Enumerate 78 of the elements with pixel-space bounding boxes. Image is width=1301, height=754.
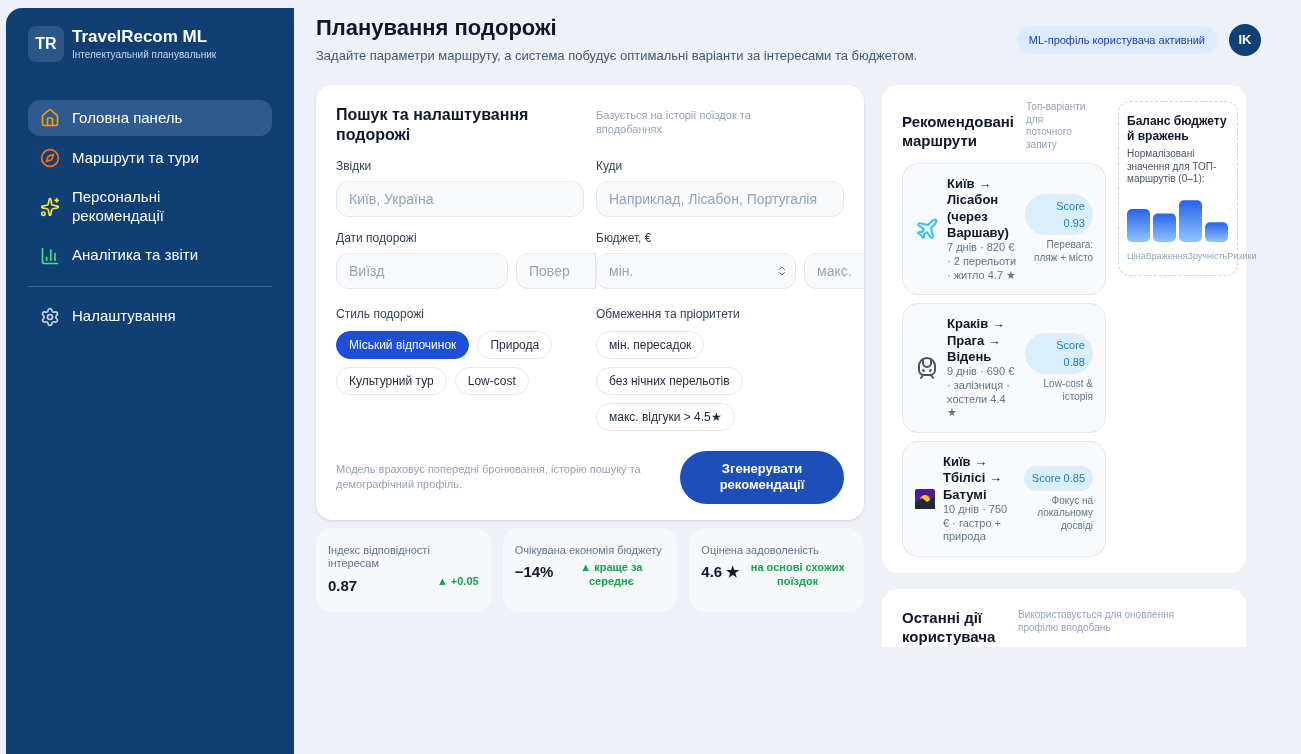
app-name: TravelRecom ML bbox=[72, 26, 209, 48]
generate-button[interactable]: Згенерувати рекомендації bbox=[680, 451, 844, 504]
route-card[interactable]: Київ → Тбілісі → Батумі 10 днів · 750 € · гастро + природа Score 0.85 Фокус на локальному досвіді bbox=[902, 441, 1106, 557]
train-icon bbox=[915, 356, 939, 381]
route-tag: Фокус на локальному досвіді bbox=[1023, 494, 1093, 532]
field-label: Звідки bbox=[336, 158, 373, 175]
metric-value: −14% bbox=[514, 562, 554, 583]
route-tag: Перевага: пляж + місто bbox=[1024, 239, 1093, 265]
route-details: 7 днів · 820 € · 2 перельоти · житло 4.7 ★ bbox=[947, 241, 1017, 283]
metric-label: Оцінена задоволеність bbox=[701, 543, 820, 558]
sidebar-item[interactable]: Налаштування bbox=[28, 298, 272, 335]
filter-chip[interactable]: Природа bbox=[477, 331, 553, 359]
plane-icon bbox=[915, 217, 939, 242]
bar-label: Ціна bbox=[1127, 249, 1146, 263]
user-avatar[interactable]: IK bbox=[1229, 24, 1261, 56]
route-tag: Low-cost & історія bbox=[1024, 378, 1093, 404]
page-subtitle: Задайте параметри маршруту, а система побудує оптимальні варіанти за інтересами та бюджетом. bbox=[316, 46, 918, 65]
input-field[interactable]: мін. bbox=[596, 253, 796, 289]
page-title: Планування подорожі bbox=[316, 14, 558, 42]
input-field[interactable]: Наприклад, Лісабон, Португалія bbox=[596, 181, 844, 217]
field-label: Бюджет, € bbox=[596, 230, 653, 247]
route-details: 9 днів · 690 € · залізниця · хостели 4.4 ★ bbox=[947, 365, 1016, 420]
sidebar-item[interactable]: Персональні рекомендації bbox=[28, 180, 272, 234]
logo-badge: TR bbox=[28, 26, 64, 63]
bar-chart-icon bbox=[40, 245, 60, 266]
input-field[interactable]: Київ, Україна bbox=[336, 181, 584, 217]
metric-delta: на основі схожих поїздок bbox=[749, 561, 846, 589]
card-note: Базується на історії поїздок та вподобаннях bbox=[596, 108, 752, 137]
balance-description: Нормалізовані значення для ТОП-маршрутів (0–1): bbox=[1127, 148, 1218, 186]
metric-label: Індекс відповідності інтересам bbox=[328, 543, 431, 571]
group-label: Обмеження та пріоритети bbox=[596, 306, 741, 323]
filter-chip[interactable]: макс. відгуки > 4.5★ bbox=[596, 403, 735, 431]
panel-title: Останні дії користувача bbox=[902, 609, 997, 647]
panel-title: Рекомендовані маршрути bbox=[902, 113, 1016, 151]
metric-delta: ▲ +0.05 bbox=[436, 575, 479, 589]
input-field[interactable]: Виїзд bbox=[336, 253, 508, 289]
metric-delta: ▲ краще за середнє bbox=[579, 561, 644, 589]
filter-chip[interactable]: Low-cost bbox=[454, 367, 529, 395]
panel-note: Топ-варіанти для поточного запиту bbox=[1026, 101, 1086, 151]
route-card[interactable]: Краків → Прага → Відень 9 днів · 690 € · залізниця · хостели 4.4 ★ Score 0.88 Low-cost & історія bbox=[902, 303, 1106, 433]
metric-label: Очікувана економія бюджету bbox=[514, 543, 663, 558]
filter-chip[interactable]: без нічних перельотів bbox=[596, 367, 743, 395]
score-badge: Score 0.85 bbox=[1023, 466, 1093, 491]
score-badge: Score 0.88 bbox=[1024, 333, 1093, 375]
balance-title: Баланс бюджету й вражень bbox=[1127, 114, 1228, 144]
score-badge: Score 0.93 bbox=[1024, 194, 1093, 236]
status-badge: ML-профіль користувача активний bbox=[1016, 25, 1217, 55]
house-icon bbox=[40, 108, 60, 129]
field-label: Куди bbox=[596, 158, 624, 175]
panel-note: Використовується для оновлення профілю вподобань bbox=[1018, 609, 1176, 634]
metric-value: 4.6 ★ bbox=[701, 562, 740, 583]
route-card[interactable]: Київ → Лісабон (через Варшаву) 7 днів · 820 € · 2 перельоти · житло 4.7 ★ Score 0.93 Перевага: пляж + місто bbox=[902, 163, 1106, 296]
filter-chip[interactable]: мін. пересадок bbox=[596, 331, 705, 359]
compass-icon bbox=[40, 148, 60, 169]
card-title: Пошук та налаштування подорожі bbox=[336, 105, 530, 145]
settings-icon bbox=[40, 306, 60, 327]
group-label: Стиль подорожі bbox=[336, 306, 425, 323]
sidebar-item[interactable]: Головна панель bbox=[28, 100, 272, 137]
model-footnote: Модель враховує попередні бронювання, історію пошуку та демографічний профіль. bbox=[336, 462, 642, 493]
sunset-icon bbox=[915, 489, 935, 509]
filter-chip[interactable]: Міський відпочинок bbox=[336, 331, 470, 359]
route-name: Краків → Прага → Відень bbox=[947, 316, 1006, 365]
bar-label: Зручність bbox=[1187, 249, 1228, 263]
input-field[interactable]: Повер bbox=[516, 253, 596, 289]
metric-value: 0.87 bbox=[328, 576, 358, 596]
route-name: Київ → Лісабон (через Варшаву) bbox=[947, 176, 1010, 241]
sidebar-item[interactable]: Маршрути та тури bbox=[28, 140, 272, 177]
stepper-icon[interactable] bbox=[776, 265, 788, 277]
bar-label: Ризики bbox=[1227, 249, 1257, 263]
sidebar-item[interactable]: Аналітика та звіти bbox=[28, 237, 272, 274]
filter-chip[interactable]: Культурний тур bbox=[336, 367, 447, 395]
route-details: 10 днів · 750 € · гастро + природа bbox=[943, 502, 1009, 544]
sparkles-icon bbox=[40, 197, 60, 217]
field-label: Дати подорожі bbox=[336, 230, 418, 247]
app-tagline: Інтелектуальний планувальник bbox=[72, 48, 217, 63]
input-field[interactable]: макс. bbox=[804, 253, 864, 289]
route-name: Київ → Тбілісі → Батумі bbox=[943, 454, 1003, 503]
bar-label: Враження bbox=[1145, 249, 1188, 263]
